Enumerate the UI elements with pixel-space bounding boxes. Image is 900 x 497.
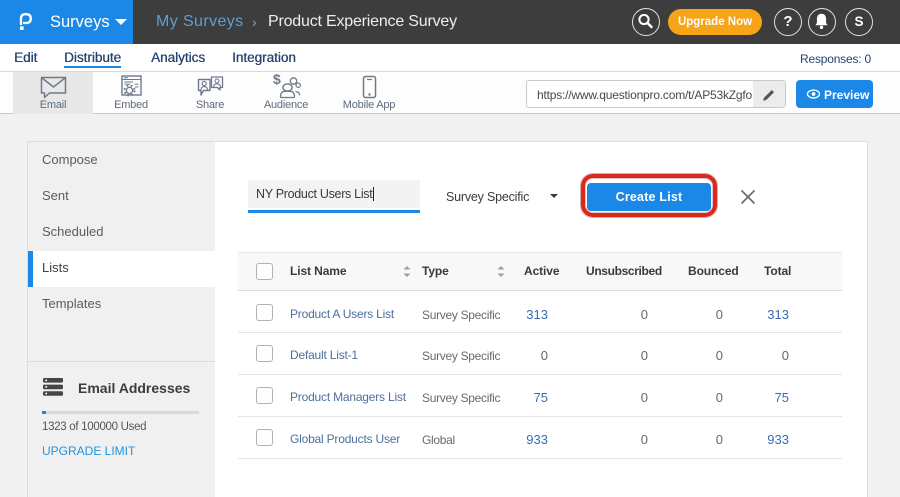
- svg-text:$: $: [273, 73, 281, 87]
